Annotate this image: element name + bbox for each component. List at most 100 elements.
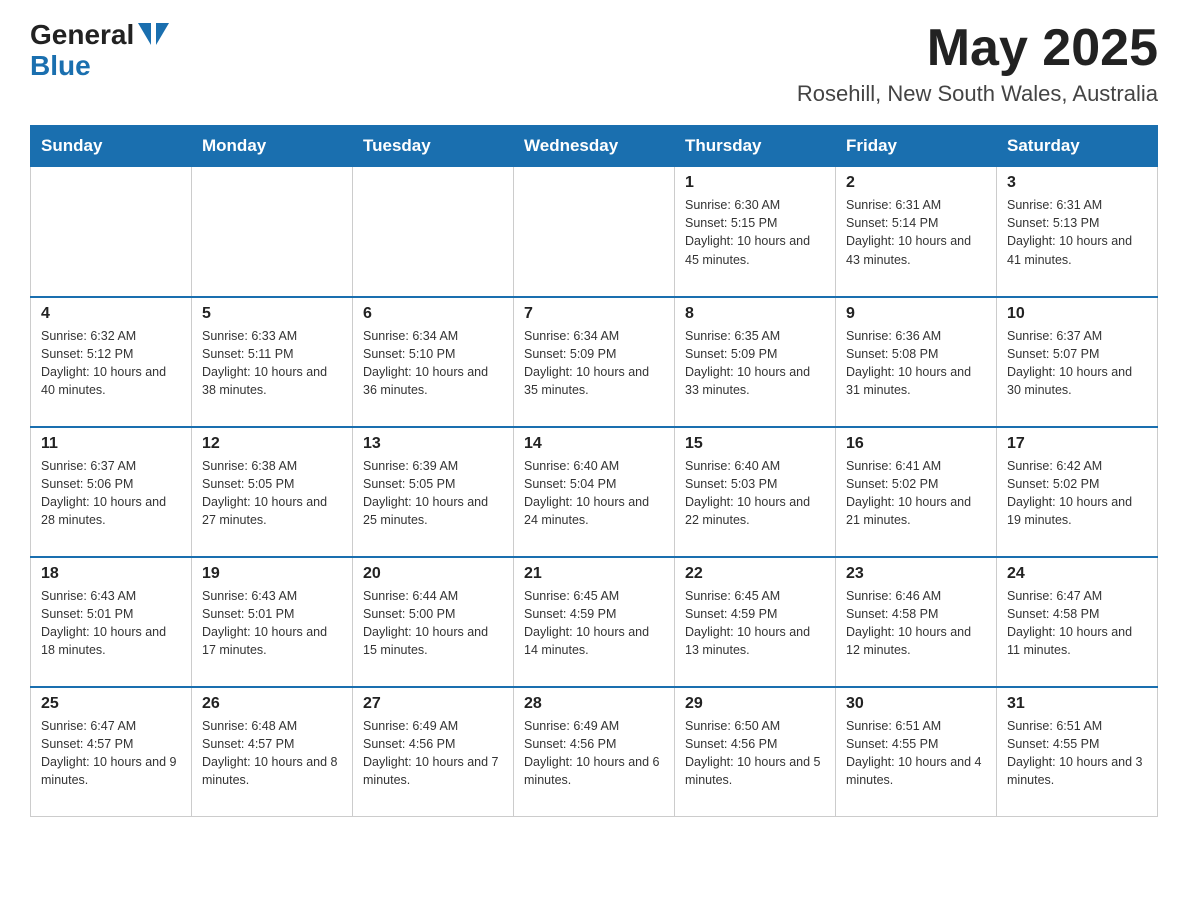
day-info: Sunrise: 6:37 AM Sunset: 5:07 PM Dayligh… <box>1007 327 1147 400</box>
day-info: Sunrise: 6:44 AM Sunset: 5:00 PM Dayligh… <box>363 587 503 660</box>
day-info: Sunrise: 6:34 AM Sunset: 5:10 PM Dayligh… <box>363 327 503 400</box>
calendar-cell: 28Sunrise: 6:49 AM Sunset: 4:56 PM Dayli… <box>514 687 675 817</box>
day-info: Sunrise: 6:40 AM Sunset: 5:03 PM Dayligh… <box>685 457 825 530</box>
calendar-cell: 23 Sunrise: 6:46 AM Sunset: 4:58 PM Dayli… <box>836 557 997 687</box>
week-row-5: 25 Sunrise: 6:47 AM Sunset: 4:57 PM Dayli… <box>31 687 1158 817</box>
day-info: Sunrise: 6:50 AM Sunset: 4:56 PM Dayligh… <box>685 717 825 790</box>
day-number: 4 <box>41 305 181 323</box>
logo: General Blue <box>30 20 169 82</box>
day-number: 26 <box>202 695 342 713</box>
calendar-cell: 14Sunrise: 6:40 AM Sunset: 5:04 PM Dayli… <box>514 427 675 557</box>
day-info: Sunrise: 6:42 AM Sunset: 5:02 PM Dayligh… <box>1007 457 1147 530</box>
day-info: Sunrise: 6:46 AM Sunset: 4:58 PM Dayligh… <box>846 587 986 660</box>
day-info: Sunrise: 6:31 AM Sunset: 5:13 PM Dayligh… <box>1007 196 1147 269</box>
day-info: Sunrise: 6:49 AM Sunset: 4:56 PM Dayligh… <box>363 717 503 790</box>
day-info: Sunrise: 6:45 AM Sunset: 4:59 PM Dayligh… <box>685 587 825 660</box>
day-number: 1 <box>685 174 825 192</box>
day-number: 24 <box>1007 565 1147 583</box>
day-info: Sunrise: 6:38 AM Sunset: 5:05 PM Dayligh… <box>202 457 342 530</box>
calendar-cell: 4Sunrise: 6:32 AM Sunset: 5:12 PM Daylig… <box>31 297 192 427</box>
calendar-cell: 2 Sunrise: 6:31 AM Sunset: 5:14 PM Daylig… <box>836 167 997 297</box>
day-number: 29 <box>685 695 825 713</box>
calendar-cell: 24 Sunrise: 6:47 AM Sunset: 4:58 PM Dayli… <box>997 557 1158 687</box>
day-number: 7 <box>524 305 664 323</box>
day-number: 23 <box>846 565 986 583</box>
day-info: Sunrise: 6:36 AM Sunset: 5:08 PM Dayligh… <box>846 327 986 400</box>
calendar-cell: 9 Sunrise: 6:36 AM Sunset: 5:08 PM Daylig… <box>836 297 997 427</box>
calendar-table: SundayMondayTuesdayWednesdayThursdayFrid… <box>30 125 1158 817</box>
day-info: Sunrise: 6:47 AM Sunset: 4:57 PM Dayligh… <box>41 717 181 790</box>
day-number: 19 <box>202 565 342 583</box>
day-info: Sunrise: 6:37 AM Sunset: 5:06 PM Dayligh… <box>41 457 181 530</box>
day-info: Sunrise: 6:43 AM Sunset: 5:01 PM Dayligh… <box>41 587 181 660</box>
day-info: Sunrise: 6:39 AM Sunset: 5:05 PM Dayligh… <box>363 457 503 530</box>
calendar-cell: 12 Sunrise: 6:38 AM Sunset: 5:05 PM Dayli… <box>192 427 353 557</box>
day-info: Sunrise: 6:34 AM Sunset: 5:09 PM Dayligh… <box>524 327 664 400</box>
logo-general-text: General <box>30 20 134 51</box>
day-info: Sunrise: 6:49 AM Sunset: 4:56 PM Dayligh… <box>524 717 664 790</box>
calendar-cell: 31 Sunrise: 6:51 AM Sunset: 4:55 PM Dayli… <box>997 687 1158 817</box>
calendar-cell: 10 Sunrise: 6:37 AM Sunset: 5:07 PM Dayli… <box>997 297 1158 427</box>
day-info: Sunrise: 6:47 AM Sunset: 4:58 PM Dayligh… <box>1007 587 1147 660</box>
day-number: 21 <box>524 565 664 583</box>
calendar-cell: 13 Sunrise: 6:39 AM Sunset: 5:05 PM Dayli… <box>353 427 514 557</box>
week-row-2: 4Sunrise: 6:32 AM Sunset: 5:12 PM Daylig… <box>31 297 1158 427</box>
calendar-cell: 20Sunrise: 6:44 AM Sunset: 5:00 PM Dayli… <box>353 557 514 687</box>
day-info: Sunrise: 6:51 AM Sunset: 4:55 PM Dayligh… <box>1007 717 1147 790</box>
day-info: Sunrise: 6:40 AM Sunset: 5:04 PM Dayligh… <box>524 457 664 530</box>
calendar-cell: 22 Sunrise: 6:45 AM Sunset: 4:59 PM Dayli… <box>675 557 836 687</box>
day-number: 18 <box>41 565 181 583</box>
calendar-cell: 17 Sunrise: 6:42 AM Sunset: 5:02 PM Dayli… <box>997 427 1158 557</box>
day-number: 16 <box>846 435 986 453</box>
column-header-friday: Friday <box>836 126 997 167</box>
week-row-1: 1Sunrise: 6:30 AM Sunset: 5:15 PM Daylig… <box>31 167 1158 297</box>
calendar-cell: 15 Sunrise: 6:40 AM Sunset: 5:03 PM Dayli… <box>675 427 836 557</box>
calendar-cell: 25 Sunrise: 6:47 AM Sunset: 4:57 PM Dayli… <box>31 687 192 817</box>
calendar-cell <box>192 167 353 297</box>
day-number: 30 <box>846 695 986 713</box>
column-header-thursday: Thursday <box>675 126 836 167</box>
day-number: 31 <box>1007 695 1147 713</box>
day-info: Sunrise: 6:45 AM Sunset: 4:59 PM Dayligh… <box>524 587 664 660</box>
day-info: Sunrise: 6:33 AM Sunset: 5:11 PM Dayligh… <box>202 327 342 400</box>
column-header-saturday: Saturday <box>997 126 1158 167</box>
day-number: 25 <box>41 695 181 713</box>
day-info: Sunrise: 6:48 AM Sunset: 4:57 PM Dayligh… <box>202 717 342 790</box>
day-number: 6 <box>363 305 503 323</box>
day-info: Sunrise: 6:31 AM Sunset: 5:14 PM Dayligh… <box>846 196 986 269</box>
day-number: 8 <box>685 305 825 323</box>
day-number: 13 <box>363 435 503 453</box>
calendar-cell <box>31 167 192 297</box>
day-number: 12 <box>202 435 342 453</box>
calendar-cell: 30 Sunrise: 6:51 AM Sunset: 4:55 PM Dayli… <box>836 687 997 817</box>
calendar-cell: 29 Sunrise: 6:50 AM Sunset: 4:56 PM Dayli… <box>675 687 836 817</box>
calendar-cell: 27Sunrise: 6:49 AM Sunset: 4:56 PM Dayli… <box>353 687 514 817</box>
column-header-tuesday: Tuesday <box>353 126 514 167</box>
calendar-cell: 18 Sunrise: 6:43 AM Sunset: 5:01 PM Dayli… <box>31 557 192 687</box>
calendar-cell: 5 Sunrise: 6:33 AM Sunset: 5:11 PM Daylig… <box>192 297 353 427</box>
location-subtitle: Rosehill, New South Wales, Australia <box>797 81 1158 107</box>
day-number: 17 <box>1007 435 1147 453</box>
day-number: 11 <box>41 435 181 453</box>
week-row-3: 11 Sunrise: 6:37 AM Sunset: 5:06 PM Dayli… <box>31 427 1158 557</box>
day-number: 15 <box>685 435 825 453</box>
page-header: General Blue May 2025 Rosehill, New Sout… <box>30 20 1158 107</box>
day-info: Sunrise: 6:41 AM Sunset: 5:02 PM Dayligh… <box>846 457 986 530</box>
day-number: 22 <box>685 565 825 583</box>
calendar-cell <box>514 167 675 297</box>
day-info: Sunrise: 6:35 AM Sunset: 5:09 PM Dayligh… <box>685 327 825 400</box>
calendar-cell: 11 Sunrise: 6:37 AM Sunset: 5:06 PM Dayli… <box>31 427 192 557</box>
calendar-cell: 3Sunrise: 6:31 AM Sunset: 5:13 PM Daylig… <box>997 167 1158 297</box>
calendar-cell: 8 Sunrise: 6:35 AM Sunset: 5:09 PM Daylig… <box>675 297 836 427</box>
day-info: Sunrise: 6:51 AM Sunset: 4:55 PM Dayligh… <box>846 717 986 790</box>
calendar-header-row: SundayMondayTuesdayWednesdayThursdayFrid… <box>31 126 1158 167</box>
column-header-wednesday: Wednesday <box>514 126 675 167</box>
column-header-sunday: Sunday <box>31 126 192 167</box>
day-number: 2 <box>846 174 986 192</box>
month-year-title: May 2025 <box>797 20 1158 77</box>
column-header-monday: Monday <box>192 126 353 167</box>
day-number: 9 <box>846 305 986 323</box>
day-number: 10 <box>1007 305 1147 323</box>
week-row-4: 18 Sunrise: 6:43 AM Sunset: 5:01 PM Dayli… <box>31 557 1158 687</box>
day-number: 5 <box>202 305 342 323</box>
